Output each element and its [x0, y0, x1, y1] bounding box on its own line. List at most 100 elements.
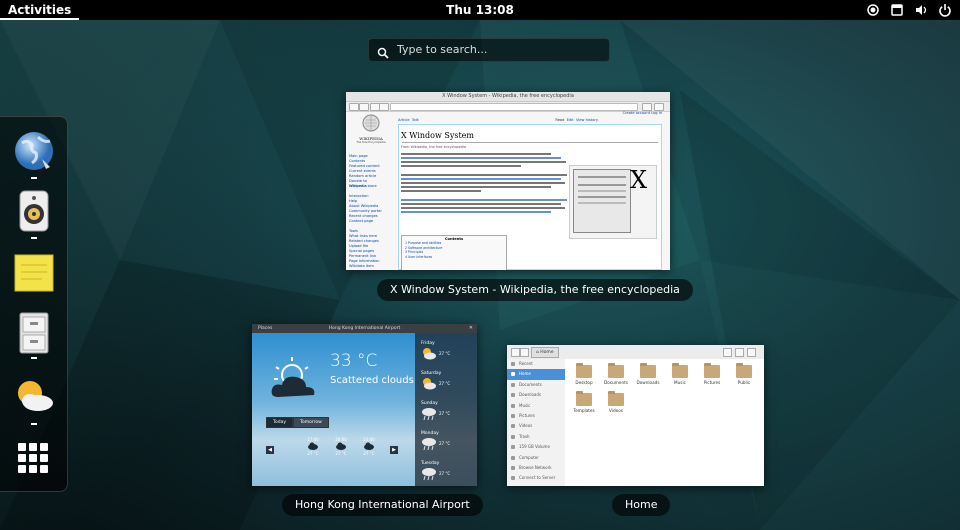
- partly-cloudy-icon: [423, 378, 436, 390]
- files-sidebar-item[interactable]: Pictures: [507, 411, 565, 421]
- weather-window-thumbnail[interactable]: Places Hong Kong International Airport ✕…: [252, 324, 477, 486]
- path-home-button[interactable]: ⌂ Home: [531, 347, 559, 358]
- files-sidebar-item[interactable]: Trash: [507, 432, 565, 442]
- weather-title: Hong Kong International Airport: [328, 326, 401, 331]
- folder-icon: [640, 363, 656, 378]
- current-condition: Scattered clouds: [330, 375, 414, 386]
- file-cabinet-icon[interactable]: [12, 311, 56, 355]
- places-button[interactable]: Places: [258, 324, 272, 333]
- rhythmbox-icon[interactable]: [12, 189, 56, 233]
- day-forecast: Sunday 27 °C: [421, 401, 473, 429]
- window-caption[interactable]: X Window System - Wikipedia, the free en…: [377, 279, 693, 301]
- article-image: X: [569, 165, 657, 239]
- toc-item[interactable]: 4 User interfaces: [405, 255, 506, 260]
- tab-edit[interactable]: Edit: [567, 118, 574, 122]
- today-button[interactable]: Today: [266, 417, 294, 428]
- files-sidebar-item[interactable]: Videos: [507, 421, 565, 431]
- tomorrow-button[interactable]: Tomorrow: [293, 417, 329, 428]
- folder-item[interactable]: Desktop: [569, 363, 599, 385]
- files-window-thumbnail[interactable]: ⌂ Home Recent Home Documents Downloads Music…: [507, 345, 764, 486]
- article-actions: Read Edit View history: [555, 118, 598, 122]
- toc-box: Contents 1 Purpose and abilities 2 Softwa…: [401, 235, 507, 270]
- next-arrow-icon[interactable]: ▶: [390, 446, 398, 454]
- files-sidebar-item[interactable]: Recent: [507, 359, 565, 369]
- menu-icon[interactable]: [747, 348, 756, 357]
- files-sidebar-item[interactable]: Documents: [507, 380, 565, 390]
- files-sidebar-item[interactable]: Home: [507, 369, 565, 380]
- forward-icon[interactable]: [520, 348, 529, 357]
- window-caption[interactable]: Hong Kong International Airport: [282, 494, 483, 516]
- daily-forecast: Friday 27 °C Saturday 27 °C Sunday 27 °C Monda…: [415, 333, 477, 486]
- rain-icon: [422, 438, 436, 451]
- files-sidebar-item[interactable]: Computer: [507, 453, 565, 463]
- tab-talk[interactable]: Talk: [412, 118, 419, 122]
- search-input[interactable]: Type to search...: [368, 38, 610, 62]
- search-icon[interactable]: [723, 348, 732, 357]
- power-icon[interactable]: [938, 2, 952, 17]
- folder-item[interactable]: Videos: [601, 391, 631, 413]
- window-caption[interactable]: Home: [612, 494, 671, 516]
- files-sidebar-item[interactable]: Connect to Server: [507, 473, 565, 483]
- tab-view-history[interactable]: View history: [576, 118, 598, 122]
- close-icon[interactable]: ✕: [469, 324, 473, 333]
- search-placeholder: Type to search...: [397, 43, 488, 56]
- account-links[interactable]: Create account Log in: [623, 111, 662, 115]
- dash: [0, 116, 68, 492]
- view-icon[interactable]: [735, 348, 744, 357]
- hour-item: 23:00 27 °C: [363, 437, 375, 456]
- tab-article[interactable]: Article: [398, 118, 410, 122]
- volume-icon[interactable]: [914, 2, 928, 16]
- weather-icon[interactable]: [12, 375, 56, 419]
- window-icon[interactable]: [890, 2, 904, 16]
- menu-icon[interactable]: [654, 103, 664, 111]
- running-indicator: [31, 177, 37, 179]
- folder-item[interactable]: Documents: [601, 363, 631, 385]
- hour-item: 17:00 27 °C: [307, 437, 319, 456]
- files-sidebar-item[interactable]: Downloads: [507, 390, 565, 400]
- show-applications-icon[interactable]: [18, 443, 48, 473]
- web-browser-icon[interactable]: [12, 129, 56, 173]
- clock[interactable]: Thu 13:08: [0, 0, 960, 20]
- partly-cloudy-icon: [271, 357, 315, 397]
- article-heading: X Window System: [401, 131, 474, 140]
- sticky-notes-icon[interactable]: [12, 251, 56, 295]
- article-content: X Window System From Wikipedia, the free…: [398, 124, 662, 270]
- files-sidebar-item[interactable]: Browse Network: [507, 463, 565, 473]
- tab-read[interactable]: Read: [555, 118, 564, 122]
- folder-item[interactable]: Downloads: [633, 363, 663, 385]
- running-indicator: [31, 357, 37, 359]
- weather-header: Places Hong Kong International Airport ✕: [252, 324, 477, 333]
- sidebar-link[interactable]: Wikidata item: [349, 264, 385, 269]
- folder-icon: [672, 363, 688, 378]
- day-forecast: Monday 27 °C: [421, 431, 473, 459]
- running-indicator: [31, 423, 37, 425]
- files-sidebar-item[interactable]: 159 GB Volume: [507, 442, 565, 452]
- forward-icon[interactable]: [359, 103, 369, 111]
- wiki-sidebar: Main page Contents Featured content Current…: [349, 154, 385, 269]
- folder-item[interactable]: Pictures: [697, 363, 727, 385]
- prev-arrow-icon[interactable]: ◀: [266, 446, 274, 454]
- back-icon[interactable]: [511, 348, 520, 357]
- folder-item[interactable]: Public: [729, 363, 759, 385]
- url-bar[interactable]: [390, 103, 638, 111]
- home-icon[interactable]: [379, 103, 389, 111]
- folder-icon: [608, 391, 624, 406]
- bookmark-icon[interactable]: [642, 103, 652, 111]
- folder-item[interactable]: Music: [665, 363, 695, 385]
- partly-cloudy-icon: [423, 348, 436, 360]
- day-forecast: Tuesday 27 °C: [421, 461, 473, 486]
- record-icon[interactable]: [866, 2, 880, 16]
- system-tray[interactable]: [866, 2, 952, 17]
- cloud-icon: [336, 442, 346, 450]
- browser-window-thumbnail[interactable]: X Window System - Wikipedia, the free en…: [346, 92, 670, 270]
- running-indicator: [31, 237, 37, 239]
- day-forecast: Friday 27 °C: [421, 341, 473, 369]
- files-sidebar-item[interactable]: Music: [507, 401, 565, 411]
- back-icon[interactable]: [349, 103, 359, 111]
- day-forecast: Saturday 27 °C: [421, 371, 473, 399]
- search-icon: [377, 44, 389, 63]
- folder-icon: [576, 363, 592, 378]
- wikipedia-logo: WIKIPEDIA The Free Encyclopedia: [354, 114, 388, 144]
- cloud-icon: [308, 442, 318, 450]
- folder-item[interactable]: Templates: [569, 391, 599, 413]
